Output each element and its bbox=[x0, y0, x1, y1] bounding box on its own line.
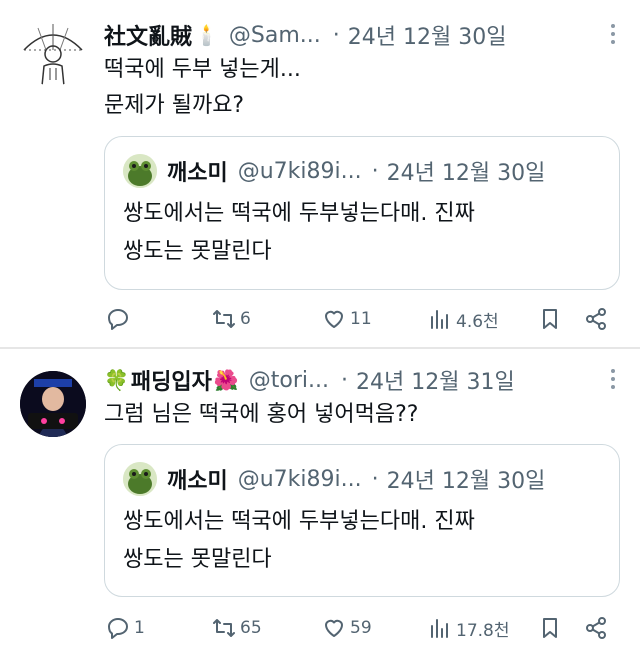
quoted-text-line: 쌍도는 못말린다 bbox=[123, 239, 272, 264]
tweet-header: 🍀 패딩입자 🌺 @tori... · 24년 12월 31일 bbox=[104, 363, 640, 397]
retweet-count: 6 bbox=[240, 309, 251, 329]
tweet-text: 그럼 님은 떡국에 홍어 넣어먹음?? bbox=[104, 397, 616, 433]
views-chart-icon bbox=[431, 310, 448, 329]
share-button[interactable] bbox=[584, 611, 608, 645]
quoted-tweet[interactable]: 깨소미 @u7ki89i... · 24년 12월 30일 쌍도에서는 떡국에 … bbox=[104, 136, 620, 290]
avatar[interactable] bbox=[123, 462, 157, 496]
tweet-text-line: 떡국에 두부 넣는게... bbox=[104, 57, 301, 82]
tweet-date[interactable]: 24년 12월 31일 bbox=[356, 364, 515, 396]
share-button[interactable] bbox=[584, 302, 608, 336]
separator-dot: · bbox=[371, 466, 379, 492]
quoted-text-line: 쌍도에서는 떡국에 두부넣는다매. 진짜 bbox=[123, 201, 475, 226]
tweet[interactable]: 社文亂賊 🕯️ @Sam... · 24년 12월 30일 떡국에 두부 넣는게… bbox=[0, 0, 640, 348]
separator-dot: · bbox=[341, 367, 349, 393]
handle[interactable]: @u7ki89i... bbox=[238, 467, 362, 492]
quoted-text-line: 쌍도는 못말린다 bbox=[123, 547, 272, 572]
separator-dot: · bbox=[332, 22, 340, 48]
retweet-button[interactable]: 6 bbox=[212, 302, 251, 336]
tweet-text-line: 문제가 될까요? bbox=[104, 93, 245, 118]
views-button[interactable]: 4.6천 bbox=[428, 302, 499, 336]
frog-avatar-image bbox=[123, 462, 157, 496]
like-count: 11 bbox=[350, 309, 372, 329]
sketch-avatar-image bbox=[23, 24, 83, 86]
views-chart-icon bbox=[431, 619, 448, 638]
action-bar: 1 65 59 17.8천 bbox=[104, 611, 620, 645]
hibiscus-emoji: 🌺 bbox=[213, 368, 239, 392]
more-options-icon[interactable] bbox=[610, 24, 616, 46]
more-options-icon[interactable] bbox=[610, 369, 616, 391]
avatar[interactable] bbox=[123, 154, 157, 188]
candle-emoji: 🕯️ bbox=[194, 23, 219, 47]
display-name[interactable]: 社文亂賊 bbox=[104, 19, 192, 51]
tweet-date[interactable]: 24년 12월 30일 bbox=[348, 19, 507, 51]
share-icon bbox=[586, 617, 606, 639]
view-count: 17.8천 bbox=[456, 620, 510, 641]
avatar[interactable] bbox=[20, 371, 86, 437]
heart-icon bbox=[325, 310, 343, 328]
handle[interactable]: @Sam... bbox=[229, 23, 321, 48]
tweet-text-line: 그럼 님은 떡국에 홍어 넣어먹음?? bbox=[104, 402, 419, 427]
tweet-date[interactable]: 24년 12월 30일 bbox=[387, 155, 546, 187]
like-count: 59 bbox=[350, 618, 372, 638]
tweet-date[interactable]: 24년 12월 30일 bbox=[387, 463, 546, 495]
reply-button[interactable] bbox=[106, 302, 134, 336]
handle[interactable]: @u7ki89i... bbox=[238, 159, 362, 184]
share-icon bbox=[586, 308, 606, 330]
bookmark-button[interactable] bbox=[538, 302, 562, 336]
like-button[interactable]: 11 bbox=[322, 302, 372, 336]
quoted-text-line: 쌍도에서는 떡국에 두부넣는다매. 진짜 bbox=[123, 509, 475, 534]
quoted-tweet-text: 쌍도에서는 떡국에 두부넣는다매. 진짜 쌍도는 못말린다 bbox=[123, 503, 601, 579]
display-name[interactable]: 패딩입자 bbox=[131, 364, 212, 396]
bad-girls-avatar-image bbox=[20, 371, 86, 437]
view-count: 4.6천 bbox=[456, 311, 499, 332]
bookmark-button[interactable] bbox=[538, 611, 562, 645]
avatar[interactable] bbox=[20, 20, 86, 86]
separator-dot: · bbox=[371, 158, 379, 184]
reply-count: 1 bbox=[134, 618, 145, 638]
display-name[interactable]: 깨소미 bbox=[167, 463, 228, 495]
reply-icon bbox=[108, 309, 128, 330]
reply-icon bbox=[108, 618, 128, 639]
bookmark-icon bbox=[543, 309, 557, 329]
frog-avatar-image bbox=[123, 154, 157, 188]
tweet-header: 社文亂賊 🕯️ @Sam... · 24년 12월 30일 bbox=[104, 18, 640, 52]
retweet-count: 65 bbox=[240, 618, 262, 638]
bookmark-icon bbox=[543, 618, 557, 638]
quoted-tweet-header: 깨소미 @u7ki89i... · 24년 12월 30일 bbox=[123, 459, 609, 499]
tweet[interactable]: 🍀 패딩입자 🌺 @tori... · 24년 12월 31일 그럼 님은 떡국… bbox=[0, 349, 640, 655]
retweet-icon bbox=[213, 310, 235, 328]
tweet-text: 떡국에 두부 넣는게... 문제가 될까요? bbox=[104, 52, 616, 124]
quoted-tweet-text: 쌍도에서는 떡국에 두부넣는다매. 진짜 쌍도는 못말린다 bbox=[123, 195, 601, 271]
handle[interactable]: @tori... bbox=[249, 368, 329, 393]
like-button[interactable]: 59 bbox=[322, 611, 372, 645]
quoted-tweet[interactable]: 깨소미 @u7ki89i... · 24년 12월 30일 쌍도에서는 떡국에 … bbox=[104, 444, 620, 597]
quoted-tweet-header: 깨소미 @u7ki89i... · 24년 12월 30일 bbox=[123, 151, 609, 191]
retweet-button[interactable]: 65 bbox=[212, 611, 262, 645]
clover-emoji: 🍀 bbox=[104, 368, 129, 392]
heart-icon bbox=[325, 619, 343, 637]
retweet-icon bbox=[213, 619, 235, 637]
views-button[interactable]: 17.8천 bbox=[428, 611, 510, 645]
reply-button[interactable]: 1 bbox=[106, 611, 145, 645]
action-bar: 6 11 4.6천 bbox=[104, 302, 620, 336]
display-name[interactable]: 깨소미 bbox=[167, 155, 228, 187]
